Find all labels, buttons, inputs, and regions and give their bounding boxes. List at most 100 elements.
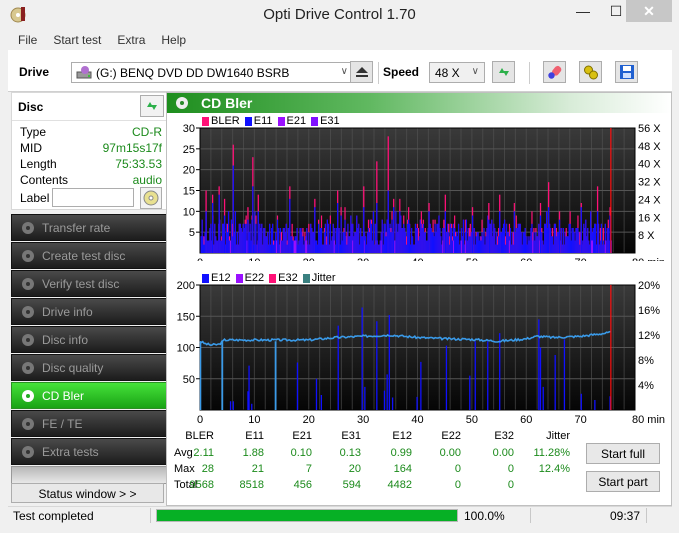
disc-value: audio <box>132 173 162 187</box>
disc-key: MID <box>20 141 42 155</box>
disc-test-icon <box>22 362 34 374</box>
settings-button[interactable] <box>579 61 602 83</box>
stats-row-label: Avg <box>174 447 193 459</box>
label-key: Label <box>20 191 50 205</box>
e12-bar <box>315 378 318 410</box>
start-part-button[interactable]: Start part <box>586 471 660 492</box>
stats-value: 0.00 <box>492 447 514 459</box>
disc-value: CD-R <box>132 125 162 139</box>
status-divider <box>150 508 151 523</box>
x-tick-label: 80 min <box>632 414 665 425</box>
stats-col-header: Jitter <box>546 430 570 442</box>
speed-select[interactable]: 48 X ∨ <box>429 62 485 83</box>
y2-tick-label: 16% <box>638 305 660 317</box>
nav-item-extra-tests[interactable]: Extra tests <box>11 438 167 465</box>
nav-item-fe-te[interactable]: FE / TE <box>11 410 167 437</box>
status-bar: Test completed 100.0% 09:37 <box>8 506 672 524</box>
app-window: Opti Drive Control 1.70 — ☐ ✕ File Start … <box>0 0 679 533</box>
e11-bar <box>376 203 378 253</box>
stats-value: 21 <box>251 463 264 475</box>
disc-key: Length <box>20 157 57 171</box>
disc-test-icon <box>22 418 34 430</box>
eject-button[interactable] <box>350 61 373 83</box>
stats-col-header: E31 <box>341 430 361 442</box>
progress-bar <box>156 509 458 522</box>
e11-bar <box>257 211 259 253</box>
stats-value: 594 <box>342 479 361 491</box>
save-button[interactable] <box>615 61 638 83</box>
y2-tick-label: 48 X <box>638 141 661 153</box>
test-nav: Transfer rate Create test disc Verify test… <box>11 214 167 484</box>
x-tick-label: 10 <box>248 257 260 261</box>
refresh-speed-button[interactable] <box>492 61 515 83</box>
nav-item-drive-info[interactable]: Drive info <box>11 298 167 325</box>
menu-start-test[interactable]: Start test <box>43 30 107 47</box>
e12-bar <box>296 362 299 410</box>
e12-bar <box>554 355 556 410</box>
nav-item-disc-info[interactable]: Disc info <box>11 326 167 353</box>
nav-item-verify-test-disc[interactable]: Verify test disc <box>11 270 167 297</box>
y-tick-label: 30 <box>183 123 195 135</box>
drive-value: (G:) BENQ DVD DD DW1640 BSRB <box>96 66 290 80</box>
nav-item-create-test-disc[interactable]: Create test disc <box>11 242 167 269</box>
e12-bar <box>474 341 476 410</box>
erase-button[interactable] <box>543 61 566 83</box>
stats-row-label: Max <box>174 463 195 475</box>
y2-tick-label: 8% <box>638 355 654 367</box>
menu-help[interactable]: Help <box>151 30 192 47</box>
y-tick-label: 150 <box>177 311 195 323</box>
menu-extra[interactable]: Extra <box>107 30 151 47</box>
start-full-button[interactable]: Start full <box>586 443 660 464</box>
e12-bar <box>469 375 471 410</box>
disc-refresh-button[interactable] <box>140 95 164 117</box>
chevron-down-icon: ∨ <box>340 66 348 77</box>
y-tick-label: 20 <box>183 165 195 177</box>
disc-test-icon <box>22 390 34 402</box>
e11-bar <box>314 207 316 253</box>
bler-chart: 30 25 20 15 10 5 56 X 48 X 40 X 32 X 24 X 16 X 8 X 0 1… <box>183 123 665 261</box>
disc-test-icon <box>22 222 34 234</box>
elapsed-time: 09:37 <box>609 509 640 523</box>
y2-tick-label: 8 X <box>638 230 655 242</box>
disc-test-icon <box>22 250 34 262</box>
nav-item-transfer-rate[interactable]: Transfer rate <box>11 214 167 241</box>
nav-item-cd-bler[interactable]: CD Bler <box>11 382 167 409</box>
disc-key: Contents <box>20 173 69 187</box>
panel-title: CD Bler <box>201 95 253 111</box>
cd-icon <box>143 190 159 206</box>
toolbar-separator <box>378 62 379 84</box>
disc-test-icon <box>22 278 34 290</box>
status-window-button[interactable]: Status window > > <box>11 483 164 503</box>
minimize-button[interactable]: — <box>565 0 601 22</box>
title-bar: Opti Drive Control 1.70 — ☐ ✕ <box>0 0 679 30</box>
e12-bar <box>594 400 596 410</box>
e12-bar <box>251 403 253 410</box>
e12-bar <box>386 374 388 410</box>
stats-value: 2.11 <box>193 447 214 459</box>
nav-label: Extra tests <box>42 445 99 459</box>
e11-bar <box>444 211 446 253</box>
nav-item-disc-quality[interactable]: Disc quality <box>11 354 167 381</box>
y2-tick-label: 24 X <box>638 194 661 206</box>
disc-value: 97m15s17f <box>102 141 162 155</box>
nav-label: Drive info <box>42 305 93 319</box>
stats-value: 4482 <box>387 479 412 491</box>
progress-label: 100.0% <box>464 509 505 523</box>
close-button[interactable]: ✕ <box>626 0 672 22</box>
menu-file[interactable]: File <box>8 30 43 47</box>
status-divider <box>530 508 531 523</box>
read-label-button[interactable] <box>140 187 162 209</box>
drive-label: Drive <box>19 65 50 79</box>
refresh-icon <box>498 68 509 76</box>
stats-col-header: BLER <box>185 430 214 442</box>
label-input[interactable] <box>52 188 134 207</box>
eraser-icon <box>547 65 561 79</box>
drive-select[interactable]: (G:) BENQ DVD DD DW1640 BSRB ∨ <box>71 62 354 83</box>
refresh-icon <box>147 102 157 110</box>
stats-col-header: E12 <box>392 430 412 442</box>
e11-bar <box>499 211 501 253</box>
disc-panel: Disc Type CD-R MID 97m15s17f Length 75:33.5… <box>11 92 167 210</box>
e12-bar <box>364 386 366 410</box>
x-tick-label: 10 <box>248 414 260 425</box>
e12-bar <box>539 347 542 410</box>
